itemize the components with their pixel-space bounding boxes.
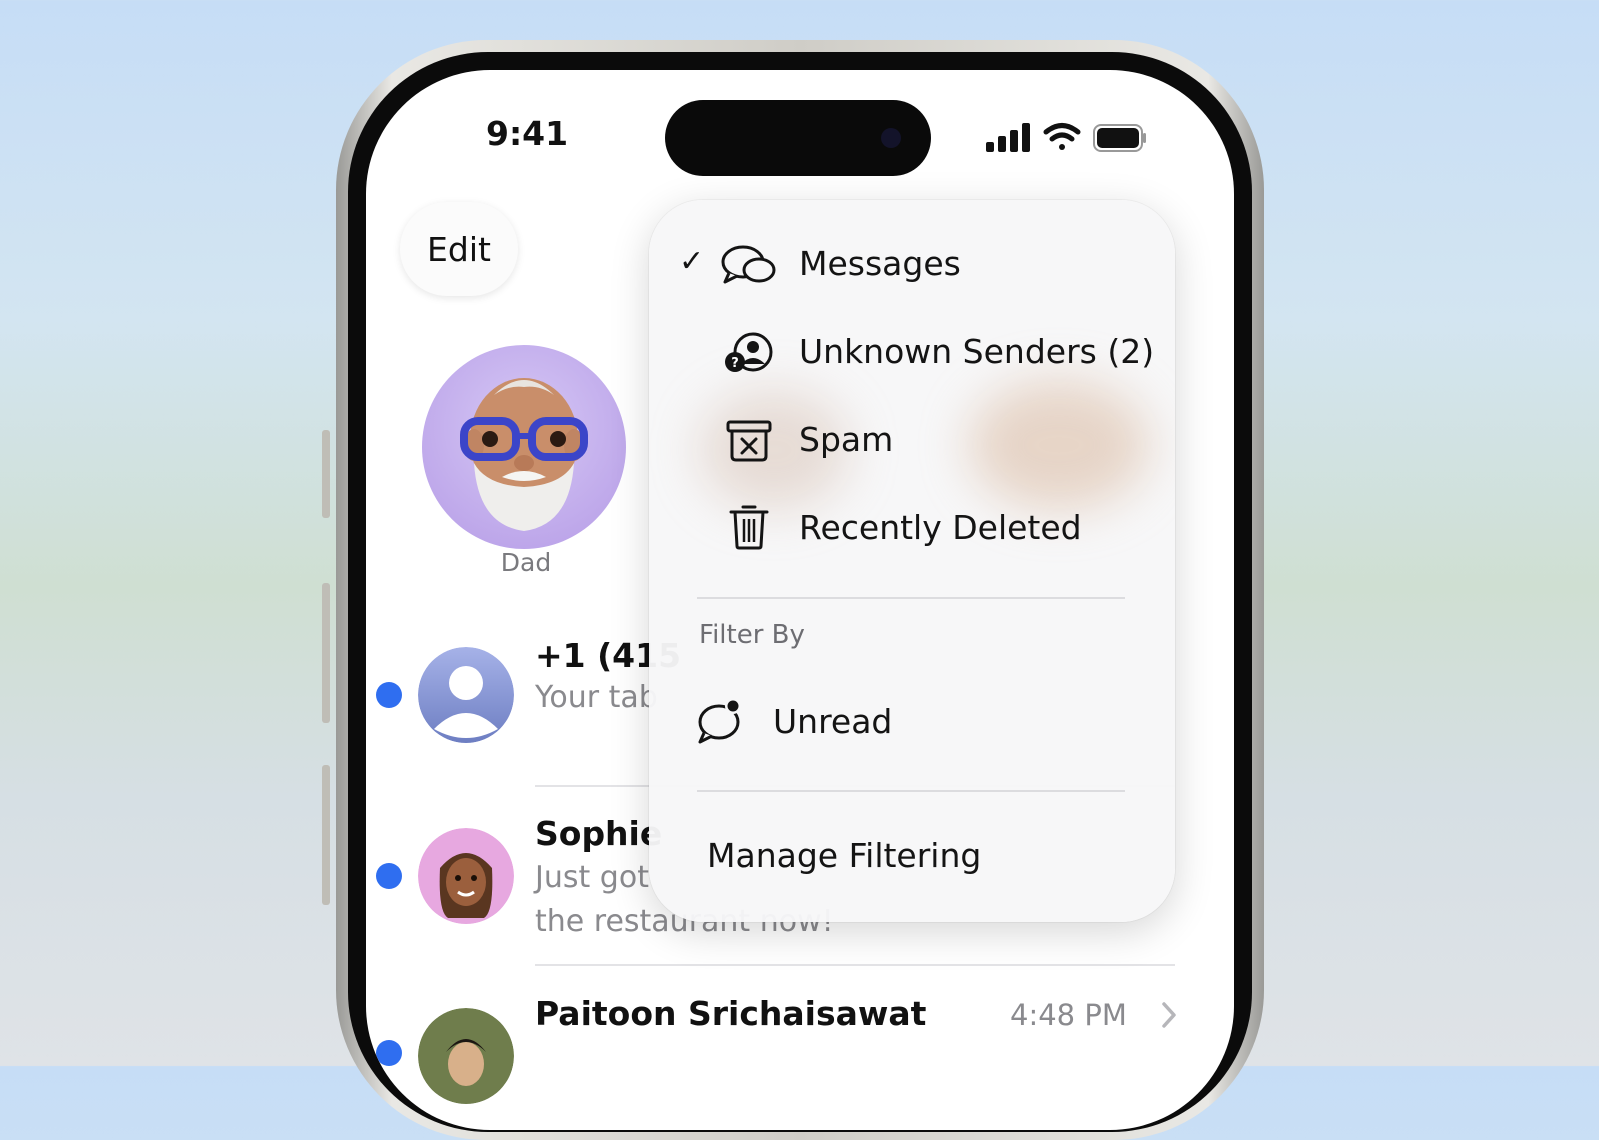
phone-screen: 9:41 Edit Dad +1 (415 Your tab Sophie Ju… bbox=[366, 70, 1234, 1130]
person-silhouette-icon bbox=[418, 647, 514, 743]
manage-filtering-label: Manage Filtering bbox=[707, 836, 982, 875]
mailbox-filter-menu: ✓ Messages ? Unknown Senders (2) Spam Re… bbox=[649, 200, 1175, 922]
contact-avatar-sophie bbox=[418, 828, 514, 924]
menu-item-recently-deleted[interactable]: Recently Deleted bbox=[649, 488, 1175, 568]
volume-down-button bbox=[322, 765, 330, 905]
menu-item-label: Spam bbox=[799, 420, 894, 459]
memoji-dad-icon bbox=[460, 378, 588, 531]
unread-bubble-icon bbox=[698, 698, 741, 744]
unread-indicator bbox=[376, 863, 402, 889]
conversation-preview: Your tab bbox=[535, 680, 658, 715]
unread-indicator bbox=[376, 682, 402, 708]
edit-button[interactable]: Edit bbox=[400, 202, 518, 296]
menu-item-label: Recently Deleted bbox=[799, 508, 1082, 547]
unknown-person-icon: ? bbox=[725, 332, 773, 372]
conversation-preview-line1: Just got bbox=[535, 860, 649, 895]
menu-item-label: Unknown Senders (2) bbox=[799, 332, 1155, 371]
front-camera bbox=[881, 128, 901, 148]
pinned-contact-name: Dad bbox=[500, 548, 552, 577]
pinned-contact-dad-avatar[interactable] bbox=[422, 345, 626, 549]
conversation-time: 4:48 PM bbox=[1010, 998, 1127, 1032]
battery-icon bbox=[1093, 124, 1146, 152]
spam-xmark-bin-icon bbox=[726, 420, 772, 462]
dynamic-island bbox=[665, 100, 931, 176]
contact-avatar-paitoon bbox=[418, 1008, 514, 1104]
filter-section-header: Filter By bbox=[699, 620, 805, 650]
action-button bbox=[322, 430, 330, 518]
menu-item-label: Unread bbox=[773, 702, 893, 741]
status-time: 9:41 bbox=[486, 114, 569, 153]
menu-item-spam[interactable]: Spam bbox=[649, 400, 1175, 480]
svg-text:?: ? bbox=[731, 356, 739, 371]
menu-item-unknown-senders[interactable]: ? Unknown Senders (2) bbox=[649, 312, 1175, 392]
contact-photo-icon bbox=[418, 1008, 514, 1104]
menu-item-label: Messages bbox=[799, 244, 961, 283]
manage-filtering-button[interactable]: Manage Filtering bbox=[649, 814, 1175, 894]
speech-bubbles-icon bbox=[721, 245, 776, 284]
menu-item-unread[interactable]: Unread bbox=[649, 680, 1175, 760]
contact-avatar-unknown bbox=[418, 647, 514, 743]
menu-item-messages[interactable]: ✓ Messages bbox=[649, 224, 1175, 304]
checkmark-icon: ✓ bbox=[679, 244, 705, 279]
trash-icon bbox=[729, 505, 769, 550]
wifi-icon bbox=[1043, 123, 1081, 150]
volume-up-button bbox=[322, 583, 330, 723]
conversation-title[interactable]: Paitoon Srichaisawat bbox=[535, 994, 926, 1033]
memoji-sophie-icon bbox=[418, 828, 514, 924]
chevron-right-icon bbox=[1162, 1002, 1176, 1028]
row-divider bbox=[535, 964, 1175, 966]
cellular-signal-icon bbox=[986, 123, 1030, 152]
status-icons bbox=[986, 123, 1146, 152]
conversation-title[interactable]: Sophie bbox=[535, 814, 662, 853]
menu-separator bbox=[697, 790, 1125, 792]
menu-separator bbox=[697, 597, 1125, 599]
unread-indicator bbox=[376, 1040, 402, 1066]
